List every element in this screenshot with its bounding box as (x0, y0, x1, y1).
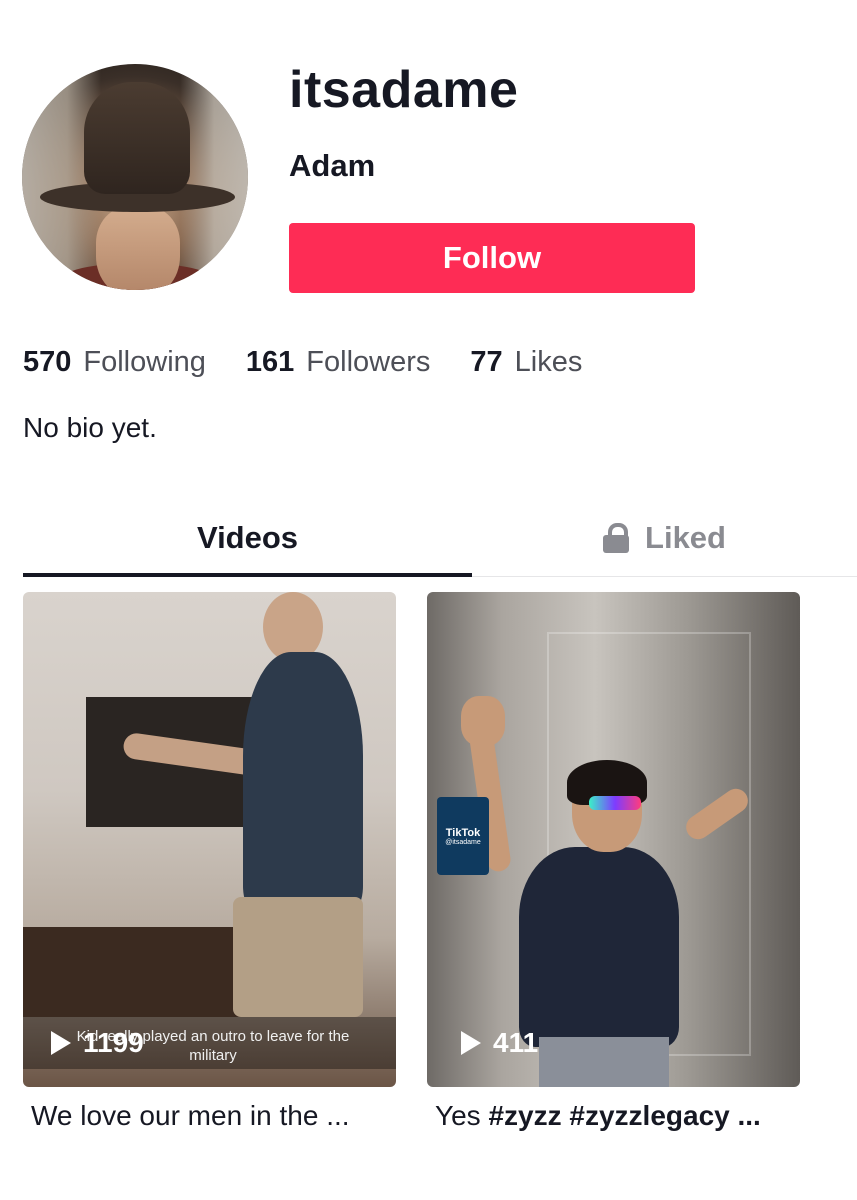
stat-followers[interactable]: 161 Followers (246, 346, 430, 379)
watermark-handle: @itsadame (445, 838, 481, 846)
video-description[interactable]: We love our men in the ... (31, 1100, 350, 1132)
avatar-hat-crown (84, 82, 190, 194)
tab-videos[interactable]: Videos (23, 500, 472, 577)
tab-videos-label: Videos (196, 520, 299, 555)
video-card[interactable]: TikTok @itsadame 411 (427, 592, 800, 1087)
profile-tabs: Videos Liked (23, 500, 857, 577)
video-hashtags[interactable]: #zyzz #zyzzlegacy ... (488, 1100, 760, 1131)
video-description-text: We love our men in the ... (31, 1100, 350, 1131)
tab-liked[interactable]: Liked (472, 500, 857, 576)
view-count-value: 411 (493, 1027, 539, 1058)
profile-stats: 570 Following 161 Followers 77 Likes (23, 346, 622, 379)
avatar-face (96, 206, 180, 290)
video-description[interactable]: Yes #zyzz #zyzzlegacy ... (435, 1100, 761, 1132)
video-thumbnail-table (23, 927, 253, 1017)
stat-following[interactable]: 570 Following (23, 346, 206, 379)
followers-label: Followers (306, 346, 431, 378)
play-icon (51, 1031, 71, 1055)
followers-count: 161 (245, 346, 295, 378)
video-card[interactable]: Kid really played an outro to leave for … (23, 592, 396, 1087)
profile-username: itsadame (289, 61, 519, 119)
tab-liked-label: Liked (645, 520, 726, 555)
video-view-count: 1199 (51, 1027, 144, 1059)
video-thumbnail-person (121, 592, 363, 1087)
video-description-text: Yes (435, 1100, 489, 1131)
profile-bio: No bio yet. (23, 412, 157, 443)
follow-button[interactable]: Follow (289, 223, 695, 293)
tiktok-watermark: TikTok @itsadame (437, 797, 489, 875)
lock-icon (603, 523, 630, 553)
profile-nickname: Adam (289, 148, 376, 183)
likes-count: 77 (470, 346, 503, 378)
watermark-title: TikTok (445, 826, 481, 839)
following-count: 570 (23, 346, 72, 378)
following-label: Following (83, 346, 206, 378)
play-icon (461, 1031, 481, 1055)
view-count-value: 1199 (83, 1027, 144, 1058)
profile-avatar[interactable] (22, 64, 248, 290)
stat-likes: 77 Likes (470, 346, 582, 379)
likes-label: Likes (514, 346, 583, 378)
video-view-count: 411 (461, 1027, 538, 1059)
